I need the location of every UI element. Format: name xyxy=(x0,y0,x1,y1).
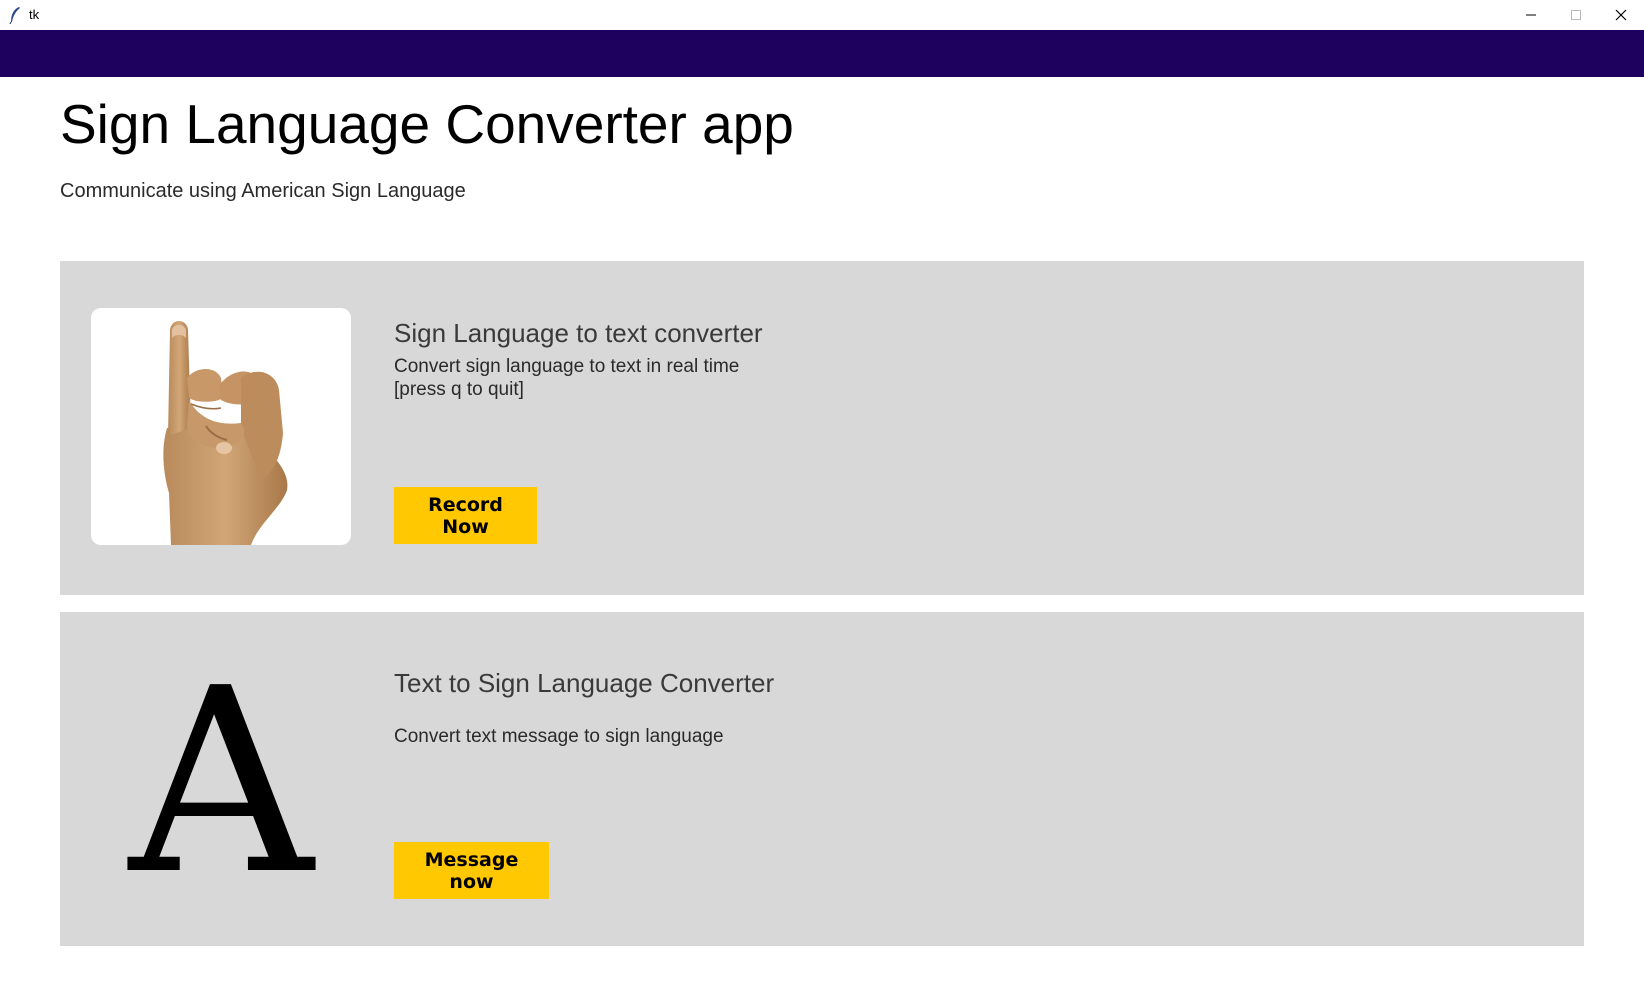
close-icon xyxy=(1615,9,1627,21)
maximize-button[interactable] xyxy=(1553,0,1599,30)
page-title: Sign Language Converter app xyxy=(60,93,794,155)
record-now-button[interactable]: Record Now xyxy=(394,487,537,544)
card-description: Convert sign language to text in real ti… xyxy=(394,356,740,377)
card-description: Convert text message to sign language xyxy=(394,726,724,747)
window-title: tk xyxy=(29,7,40,22)
page-subtitle: Communicate using American Sign Language xyxy=(60,180,466,202)
maximize-icon xyxy=(1571,10,1581,20)
close-button[interactable] xyxy=(1598,0,1644,30)
tk-feather-icon xyxy=(9,7,20,24)
card-description-note: [press q to quit] xyxy=(394,379,524,400)
text-to-sign-card: A Text to Sign Language Converter Conver… xyxy=(60,612,1584,946)
hand-sign-icon xyxy=(163,321,288,545)
card-heading: Text to Sign Language Converter xyxy=(394,668,775,698)
letter-image: A xyxy=(91,643,351,923)
card-heading: Sign Language to text converter xyxy=(394,318,763,348)
letter-a-glyph: A xyxy=(128,634,314,931)
top-banner xyxy=(0,30,1644,77)
minimize-button[interactable] xyxy=(1508,0,1554,30)
minimize-icon xyxy=(1526,14,1536,16)
hand-sign-image xyxy=(91,308,351,545)
window-titlebar: tk xyxy=(0,0,1644,30)
sign-to-text-card: Sign Language to text converter Convert … xyxy=(60,261,1584,595)
message-now-button[interactable]: Message now xyxy=(394,842,549,899)
